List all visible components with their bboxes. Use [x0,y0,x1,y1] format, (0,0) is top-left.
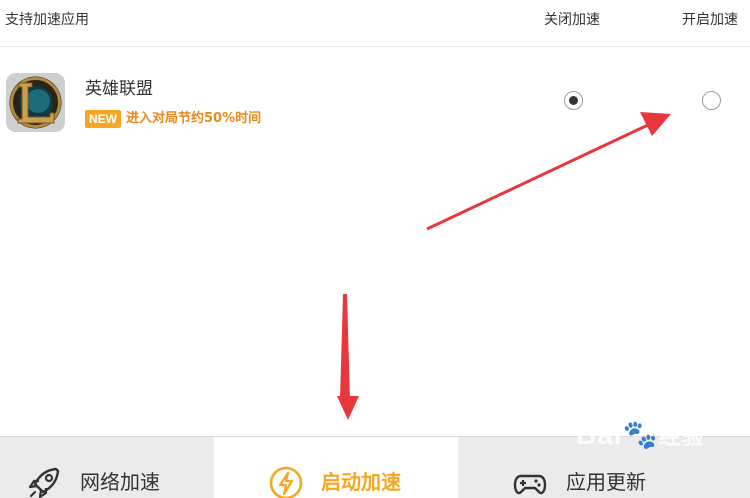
tab-network-accel[interactable]: 网络加速 [0,437,214,498]
tab-update-label: 应用更新 [566,470,646,494]
header-supported-apps: 支持加速应用 [5,12,89,28]
enable-accel-radio[interactable] [702,91,721,110]
header-enable-accel: 开启加速 [682,12,738,28]
baidu-watermark: Bai🐾经验 [576,418,704,451]
tab-start-label: 启动加速 [321,470,401,494]
tab-start-accel[interactable]: 启动加速 [214,437,458,498]
app-row: 英雄联盟 NEW 进入对局节约50%时间 [0,48,750,148]
gamepad-icon [513,474,547,495]
watermark-latin: Bai [576,419,623,450]
watermark-cn: 经验 [658,424,705,449]
arrow-to-start-tab [337,294,359,420]
app-name: 英雄联盟 [85,79,153,99]
header-disable-accel: 关闭加速 [544,12,600,28]
paw-icon: 🐾 [622,419,659,450]
promo-text: 进入对局节约50%时间 [126,111,262,126]
disable-accel-radio[interactable] [564,91,583,110]
new-badge: NEW [85,110,121,128]
league-of-legends-icon [6,73,65,132]
lightning-icon [269,466,303,498]
list-header: 支持加速应用 关闭加速 开启加速 [0,0,750,47]
tab-network-label: 网络加速 [80,470,160,494]
rocket-icon [28,467,60,498]
